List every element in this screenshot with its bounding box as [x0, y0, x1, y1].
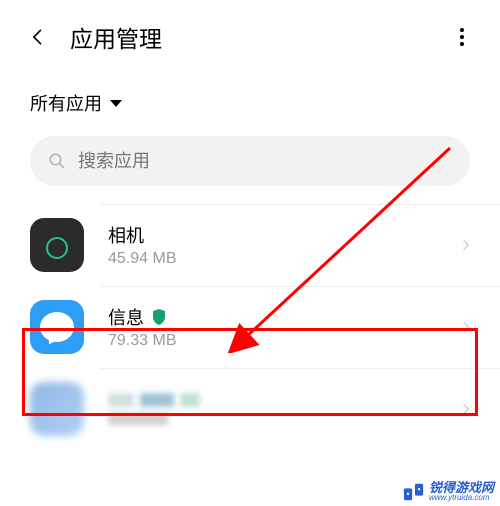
filter-dropdown[interactable]: 所有应用 [0, 72, 500, 136]
blurred-app-icon [30, 382, 84, 436]
chevron-right-icon [462, 238, 470, 252]
search-input[interactable] [78, 151, 452, 172]
app-name: 信息 [108, 304, 144, 330]
app-list-item-messages[interactable]: 信息 79.33 MB [0, 286, 500, 368]
app-list-item-blurred[interactable] [0, 368, 500, 450]
page-title: 应用管理 [70, 20, 452, 54]
watermark-url: www.ytruida.com [429, 494, 494, 502]
app-list-item-camera[interactable]: 相机 45.94 MB [0, 204, 500, 286]
search-icon [48, 152, 66, 170]
more-menu-icon[interactable] [452, 27, 472, 47]
camera-app-icon [30, 218, 84, 272]
blurred-app-name [108, 393, 462, 407]
back-button[interactable] [28, 27, 48, 47]
chevron-right-icon [462, 320, 470, 334]
app-name: 相机 [108, 222, 144, 248]
watermark-logo-icon [403, 482, 425, 502]
watermark: 锐得游戏网 www.ytruida.com [403, 481, 494, 502]
messages-app-icon [30, 300, 84, 354]
search-field[interactable] [30, 136, 470, 186]
app-size: 79.33 MB [108, 332, 462, 350]
blurred-app-size [108, 413, 168, 425]
chevron-right-icon [462, 402, 470, 416]
app-list: 相机 45.94 MB 信息 79.33 MB [0, 204, 500, 450]
shield-icon [152, 309, 166, 325]
app-size: 45.94 MB [108, 250, 462, 268]
chevron-down-icon [110, 100, 122, 107]
filter-label: 所有应用 [30, 90, 102, 116]
